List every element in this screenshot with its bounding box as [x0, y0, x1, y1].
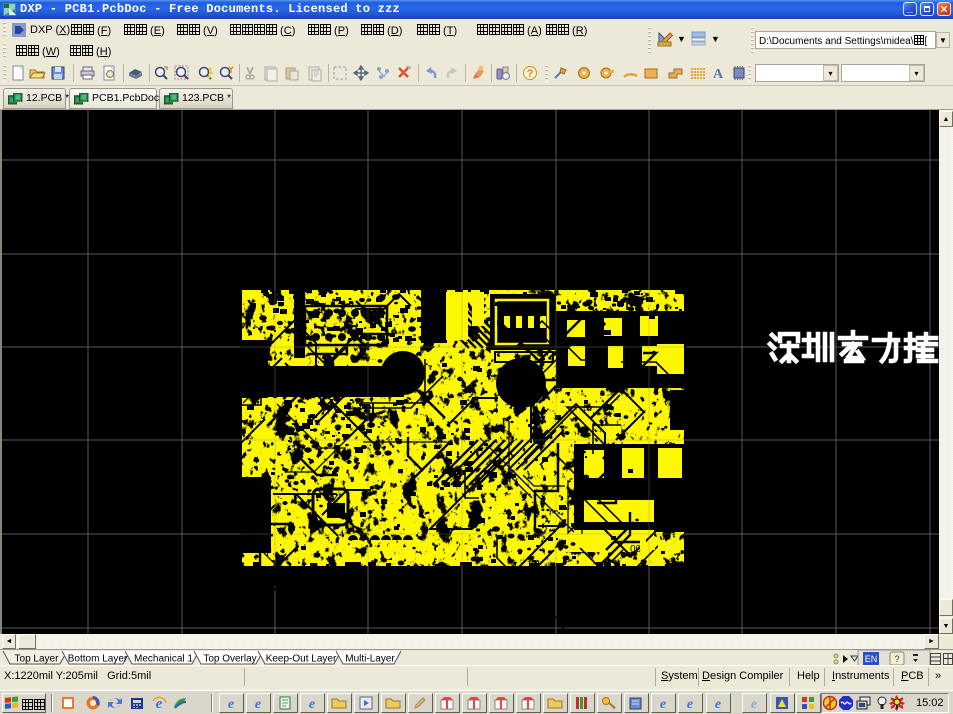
svg-text:e: e — [228, 697, 234, 711]
svg-text:Top Overlay: Top Overlay — [203, 654, 256, 665]
svg-text:EN: EN — [865, 654, 878, 664]
svg-text:e: e — [687, 697, 693, 711]
svg-text:Multi-Layer: Multi-Layer — [345, 654, 395, 665]
svg-text:A: A — [713, 67, 724, 82]
svg-text:?: ? — [894, 654, 899, 664]
svg-text:e: e — [660, 697, 666, 711]
svg-text:Bottom Layer: Bottom Layer — [68, 654, 128, 665]
svg-text:e: e — [309, 697, 315, 711]
svg-text:Keep-Out Layer: Keep-Out Layer — [266, 654, 337, 665]
svg-text:e: e — [255, 697, 261, 711]
svg-text:Mechanical 1: Mechanical 1 — [134, 654, 193, 665]
svg-text:?: ? — [527, 68, 534, 80]
svg-text:e: e — [751, 697, 757, 711]
svg-text:Top Layer: Top Layer — [15, 654, 60, 665]
svg-text:e: e — [715, 697, 721, 711]
